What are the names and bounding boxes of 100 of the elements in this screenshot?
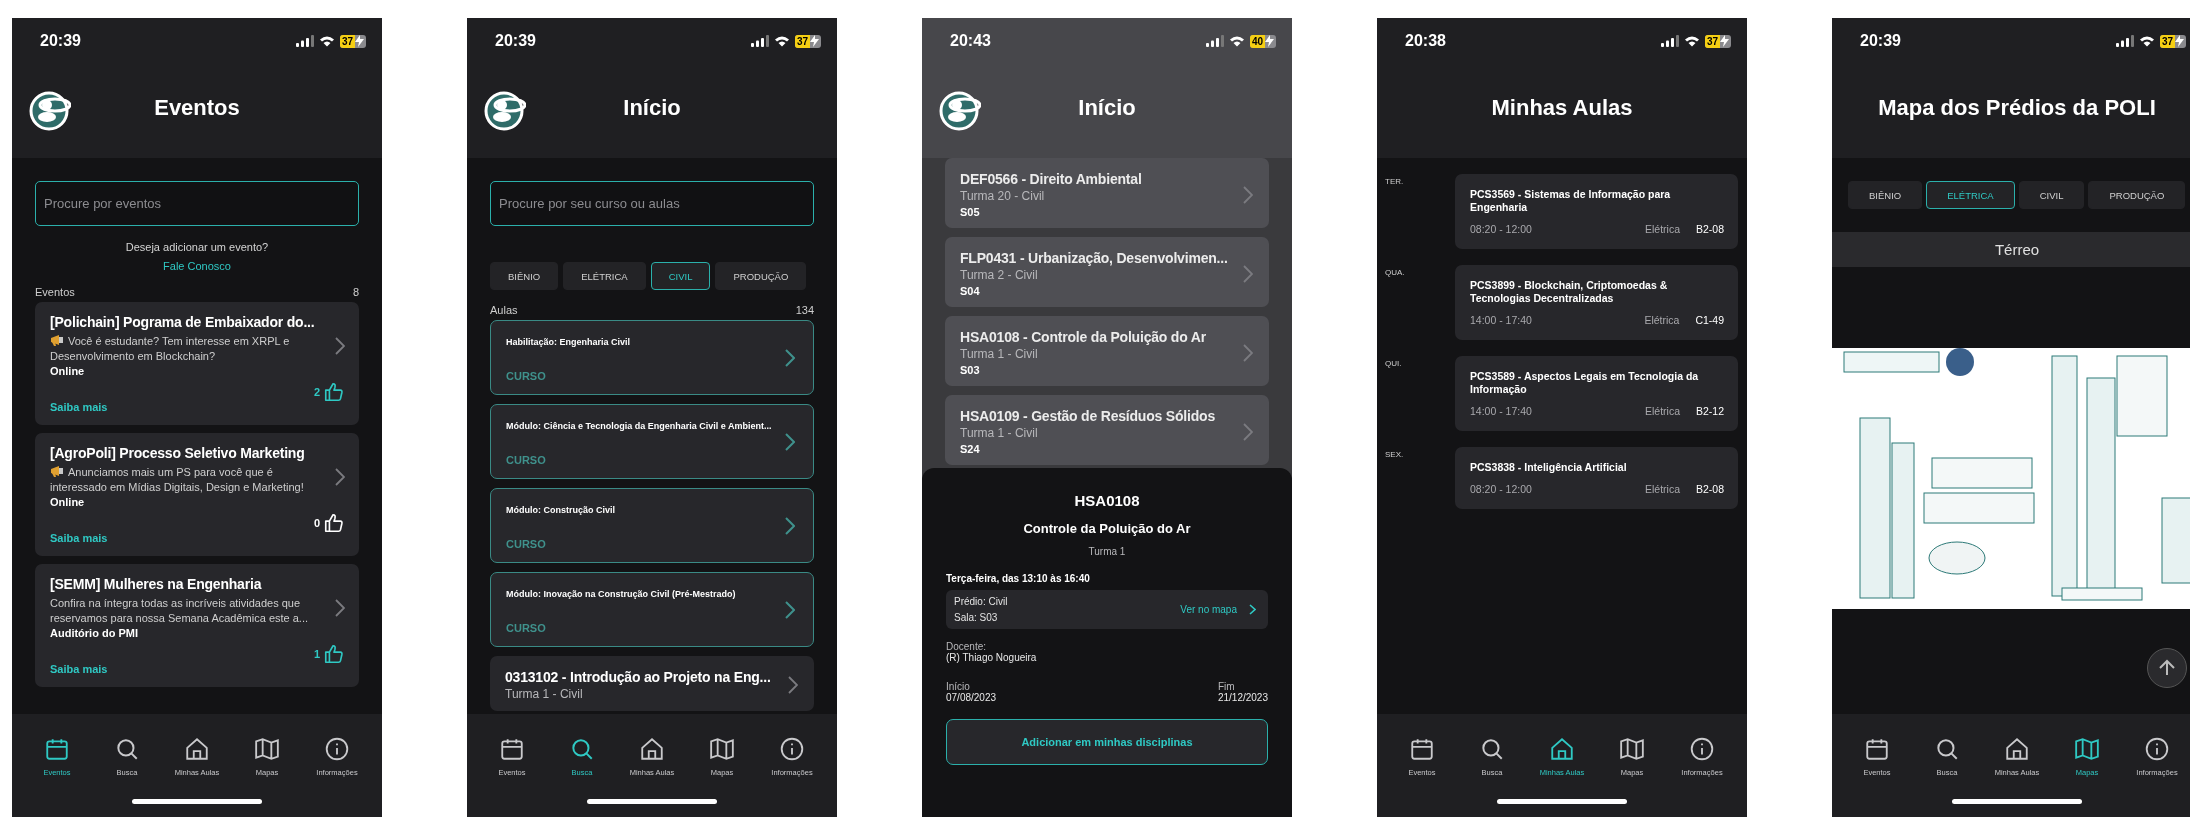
filter-chip[interactable]: CIVIL xyxy=(2018,181,2085,209)
info-icon xyxy=(1689,736,1715,762)
schedule-card[interactable]: PCS3589 - Aspectos Legais em Tecnologia da Informação 14:00 - 17:40 Elétrica B2-12 xyxy=(1455,356,1738,431)
course-card[interactable]: Habilitação: Engenharia Civil CURSO xyxy=(490,320,814,395)
class-time: 08:20 - 12:00 xyxy=(1470,223,1533,235)
end-label: Fim xyxy=(1217,681,1235,692)
event-description: Anunciamos mais um PS para você que é interessado em Mídias Digitais, Design e Marketing! xyxy=(50,465,305,495)
class-card[interactable]: FLP0431 - Urbanização, Desenvolvimen... Turma 2 - Civil S04 xyxy=(945,237,1269,307)
filter-chip[interactable]: ELÉTRICA xyxy=(563,262,646,290)
course-title: Módulo: Inovação na Construção Civil (Pré-Mestrado) xyxy=(506,589,737,599)
event-title: [SEMM] Mulheres na Engenharia xyxy=(50,576,263,592)
class-building: Elétrica xyxy=(1644,483,1680,495)
course-title: Módulo: Ciência e Tecnologia da Engenharia Civil e Ambient... xyxy=(506,421,773,431)
filter-chip[interactable]: CIVIL xyxy=(650,262,711,290)
add-button[interactable]: Adicionar em minhas disciplinas xyxy=(946,719,1268,765)
class-time: 08:20 - 12:00 xyxy=(1470,483,1533,495)
chevron-icon xyxy=(1243,185,1253,204)
class-time: 14:00 - 17:40 xyxy=(1470,405,1533,417)
event-card[interactable]: [Polichain] Pograma de Embaixador do... Você é estudante? Tem interesse em XRPL e Desenvolvimento em Blockchain? Online Saiba mais 2 xyxy=(35,302,359,425)
event-card[interactable]: [AgroPoli] Processo Seletivo Marketing Anunciamos mais um PS para você que é interessado em Mídias Digitais, Design e Marketing! Online Saiba mais 0 xyxy=(35,433,359,556)
class-room: S03 xyxy=(960,364,981,376)
calendar-icon xyxy=(1864,736,1890,762)
status-time: 20:39 xyxy=(40,32,81,50)
course-title: Módulo: Construção Civil xyxy=(506,505,616,515)
class-card[interactable]: HSA0108 - Controle da Poluição do Ar Turma 1 - Civil S03 xyxy=(945,316,1269,386)
list-count: 8 xyxy=(352,286,359,298)
class-group: Turma 2 - Civil xyxy=(960,268,1243,282)
class-card[interactable]: HSA0109 - Gestão de Resíduos Sólidos Turma 1 - Civil S24 xyxy=(945,395,1269,465)
battery-percent: 37 xyxy=(1704,34,1720,48)
class-group: Turma 1 - Civil xyxy=(505,687,788,701)
search-field[interactable]: Procure por eventos xyxy=(35,181,359,226)
course-card[interactable]: Módulo: Ciência e Tecnologia da Engenharia Civil e Ambient... CURSO xyxy=(490,404,814,479)
contact-link[interactable]: Fale Conosco xyxy=(163,260,231,272)
map-icon xyxy=(1619,736,1645,762)
filter-chip[interactable]: PRODUÇÃO xyxy=(715,262,807,290)
end-date: 21/12/2023 xyxy=(1217,692,1268,703)
course-tag: CURSO xyxy=(506,370,785,382)
info-icon xyxy=(324,736,350,762)
wifi-icon xyxy=(318,35,335,47)
course-card[interactable]: Módulo: Inovação na Construção Civil (Pré-Mestrado) CURSO xyxy=(490,572,814,647)
class-card[interactable]: DEF0566 - Direito Ambiental Turma 20 - Civil S05 xyxy=(945,158,1269,228)
signal-icon xyxy=(750,35,769,47)
event-description: Você é estudante? Tem interesse em XRPL e Desenvolvimento em Blockchain? xyxy=(50,334,291,364)
status-time: 20:39 xyxy=(1860,32,1901,50)
more-link[interactable]: Saiba mais xyxy=(50,401,108,413)
scroll-up-button[interactable] xyxy=(2147,648,2187,688)
class-group: Turma 20 - Civil xyxy=(960,189,1243,203)
calendar-icon xyxy=(44,736,70,762)
chevron-icon xyxy=(335,598,345,617)
class-title: PCS3899 - Blockchain, Criptomoedas & Tecnologias Decentralizadas xyxy=(1470,279,1669,305)
class-title: FLP0431 - Urbanização, Desenvolvimen... xyxy=(960,250,1229,266)
weekday-label: QUI. xyxy=(1385,358,1403,370)
map-icon xyxy=(709,736,735,762)
search-field[interactable]: Procure por seu curso ou aulas xyxy=(490,181,814,226)
info-icon xyxy=(2144,736,2170,762)
search-icon xyxy=(1934,736,1960,762)
thumbs-up-icon xyxy=(323,381,345,403)
screen-title: Minhas Aulas xyxy=(1491,95,1633,121)
megaphone-icon xyxy=(50,334,65,346)
teacher-label: Docente: xyxy=(946,641,988,652)
class-title: HSA0108 - Controle da Poluição do Ar xyxy=(960,329,1207,345)
filter-chip[interactable]: BIÊNIO xyxy=(1848,181,1923,209)
class-card[interactable]: 0313102 - Introdução ao Projeto na Eng... Turma 1 - Civil xyxy=(490,656,814,711)
screen-title: Início xyxy=(1078,95,1136,121)
event-card[interactable]: [SEMM] Mulheres na Engenharia Confira na íntegra todas as incríveis atividades que reservamos para nossa Semana Acadêmica este a... Auditório do PMI Saiba mais 1 xyxy=(35,564,359,687)
class-schedule: Terça-feira, das 13:10 às 16:40 xyxy=(946,573,1091,584)
filter-chip[interactable]: ELÉTRICA xyxy=(1926,181,2015,209)
like-button[interactable]: 2 xyxy=(313,381,345,403)
more-link[interactable]: Saiba mais xyxy=(50,663,108,675)
filter-chip[interactable]: PRODUÇÃO xyxy=(2088,181,2186,209)
chevron-icon xyxy=(785,600,795,619)
wifi-icon xyxy=(2138,35,2155,47)
class-time: 14:00 - 17:40 xyxy=(1470,314,1533,326)
map-link[interactable]: Ver no mapa xyxy=(1180,604,1256,615)
more-link[interactable]: Saiba mais xyxy=(50,532,108,544)
search-icon xyxy=(1479,736,1505,762)
course-card[interactable]: Módulo: Construção Civil CURSO xyxy=(490,488,814,563)
class-title: PCS3569 - Sistemas de Informação para Engenharia xyxy=(1470,188,1672,214)
schedule-card[interactable]: PCS3838 - Inteligência Artificial 08:20 - 12:00 Elétrica B2-08 xyxy=(1455,447,1738,509)
wifi-icon xyxy=(773,35,790,47)
screen-title: Início xyxy=(623,95,681,121)
screen-title: Eventos xyxy=(154,95,240,121)
course-tag: CURSO xyxy=(506,538,785,550)
schedule-card[interactable]: PCS3899 - Blockchain, Criptomoedas & Tecnologias Decentralizadas 14:00 - 17:40 Elétrica C1-49 xyxy=(1455,265,1738,340)
schedule-card[interactable]: PCS3569 - Sistemas de Informação para Engenharia 08:20 - 12:00 Elétrica B2-08 xyxy=(1455,174,1738,249)
event-description: Confira na íntegra todas as incríveis atividades que reservamos para nossa Semana Acadêmica este a... xyxy=(50,596,310,626)
filter-chip[interactable]: BIÊNIO xyxy=(490,262,559,290)
calendar-icon xyxy=(1409,736,1435,762)
status-time: 20:43 xyxy=(950,32,991,50)
class-room: S05 xyxy=(960,206,981,218)
chevron-icon xyxy=(1249,604,1256,615)
weekday-label: QUA. xyxy=(1385,267,1406,279)
like-button[interactable]: 1 xyxy=(313,643,345,665)
chevron-icon xyxy=(788,676,798,694)
like-button[interactable]: 0 xyxy=(313,512,345,534)
class-group: Turma 1 - Civil xyxy=(960,426,1243,440)
chevron-icon xyxy=(1243,264,1253,283)
class-title: DEF0566 - Direito Ambiental xyxy=(960,171,1143,187)
room-label: Sala: S03 xyxy=(954,612,999,623)
list-label: Aulas xyxy=(490,304,518,316)
